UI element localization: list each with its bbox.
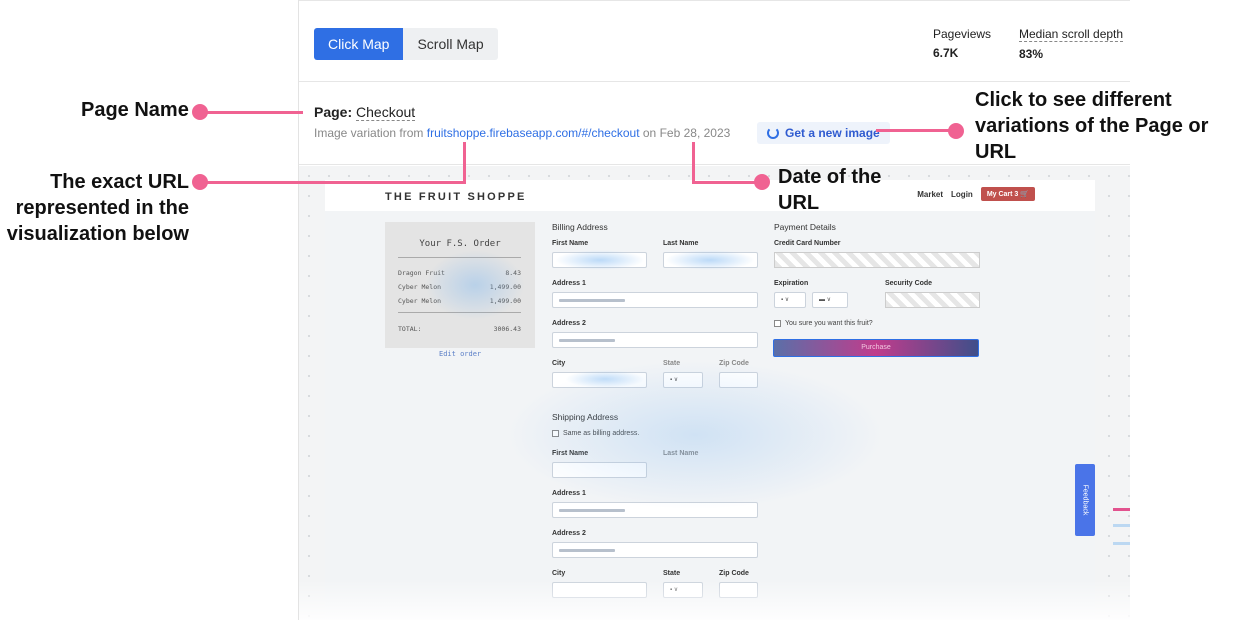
billing-state-select: ▪ ∨ (663, 372, 703, 388)
receipt-divider (398, 312, 521, 313)
annotation-exact-url: The exact URL represented in the visuali… (6, 171, 189, 245)
annotation-dot (948, 123, 964, 139)
payment-title: Payment Details (774, 222, 836, 232)
pageviews-label: Pageviews (933, 27, 992, 41)
side-marker (1113, 542, 1130, 545)
site-nav: Market Login My Cart 3 🛒 (917, 187, 1035, 201)
card-number-field (774, 252, 980, 268)
shipping-last-label: Last Name (663, 450, 699, 457)
variation-prefix: Image variation from (314, 126, 424, 140)
billing-last-label: Last Name (663, 240, 699, 247)
annotation-line (692, 142, 695, 184)
click-map-button[interactable]: Click Map (314, 28, 404, 60)
exp-year-select: ▬ ∨ (812, 292, 848, 308)
confirm-checkbox: You sure you want this fruit? (774, 320, 873, 327)
annotation-line (463, 142, 466, 184)
order-receipt: Your F.S. Order Dragon Fruit 8.43 Cyber M… (385, 222, 535, 348)
shipping-city-label: City (552, 570, 566, 577)
billing-first-label: First Name (552, 240, 589, 247)
shipping-state-label: State (663, 570, 681, 577)
site-logo: THE FRUIT SHOPPE (385, 191, 527, 203)
annotation-page-name: Page Name (81, 99, 189, 121)
checkbox-icon (774, 320, 781, 327)
annotation-variations: Click to see different variations of the… (975, 89, 1209, 163)
same-as-billing-checkbox: Same as billing address. (552, 430, 639, 437)
page-label: Page: (314, 104, 353, 120)
shipping-addr2-label: Address 2 (552, 530, 586, 537)
scroll-depth-value: 83% (1019, 47, 1044, 61)
billing-state-label: State (663, 360, 681, 367)
shipping-title: Shipping Address (552, 412, 619, 422)
billing-city-field (552, 372, 647, 388)
cart-icon: 🛒 (1020, 191, 1029, 198)
receipt-title: Your F.S. Order (419, 239, 501, 249)
card-number-label: Credit Card Number (774, 240, 841, 247)
annotation-line (200, 181, 466, 184)
security-code-field (885, 292, 980, 308)
billing-addr1-label: Address 1 (552, 280, 586, 287)
get-new-image-label: Get a new image (785, 126, 880, 140)
shipping-addr1-label: Address 1 (552, 490, 586, 497)
receipt-row: Cyber Melon 1,499.00 (398, 297, 521, 305)
site-header: THE FRUIT SHOPPE Market Login My Cart 3 … (325, 180, 1095, 211)
annotation-date: Date of the URL (778, 166, 882, 214)
receipt-total: TOTAL: 3006.43 (398, 325, 521, 333)
billing-addr2-field (552, 332, 758, 348)
shipping-first-field (552, 462, 647, 478)
map-type-toggle: Click Map Scroll Map (314, 28, 498, 60)
pageviews-value: 6.7K (933, 46, 959, 60)
bottom-fade (299, 580, 1130, 620)
side-marker (1113, 508, 1130, 511)
refresh-icon (767, 127, 779, 139)
billing-title: Billing Address (552, 222, 608, 232)
billing-city-label: City (552, 360, 566, 367)
cart-badge: My Cart 3 🛒 (980, 187, 1035, 201)
annotation-dot (754, 174, 770, 190)
receipt-row: Cyber Melon 1,499.00 (398, 283, 521, 291)
side-marker (1113, 524, 1130, 527)
exp-month-select: ▪ ∨ (774, 292, 806, 308)
shipping-zip-label: Zip Code (719, 570, 749, 577)
scroll-map-button[interactable]: Scroll Map (403, 28, 498, 60)
date-prefix: on (642, 126, 657, 140)
pageviews-stat: Pageviews 6.7K (933, 27, 991, 60)
edit-order-link: Edit order (439, 350, 482, 358)
cart-label: My Cart 3 (986, 191, 1019, 198)
receipt-row: Dragon Fruit 8.43 (398, 269, 521, 277)
scroll-depth-label[interactable]: Median scroll depth (1019, 27, 1124, 42)
feedback-label: Feedback (1081, 484, 1089, 516)
annotation-line (692, 181, 762, 184)
billing-zip-label: Zip Code (719, 360, 749, 367)
purchase-button: Purchase (773, 339, 979, 357)
nav-login: Login (951, 189, 973, 199)
shipping-addr1-field (552, 502, 758, 518)
billing-zip-field (719, 372, 758, 388)
shipping-first-label: First Name (552, 450, 589, 457)
expiration-label: Expiration (774, 280, 809, 287)
billing-addr2-label: Address 2 (552, 320, 586, 327)
heatmap-visualization[interactable]: THE FRUIT SHOPPE Market Login My Cart 3 … (299, 166, 1130, 620)
nav-market: Market (917, 189, 944, 199)
billing-addr1-field (552, 292, 758, 308)
capture-date: Feb 28, 2023 (659, 126, 731, 140)
receipt-divider (398, 257, 521, 258)
billing-last-field (663, 252, 758, 268)
feedback-tab[interactable]: Feedback (1075, 464, 1095, 536)
get-new-image-button[interactable]: Get a new image (757, 122, 890, 144)
scroll-depth-stat: Median scroll depth 83% (1019, 27, 1124, 61)
shipping-addr2-field (552, 542, 758, 558)
annotation-line (200, 111, 303, 114)
security-code-label: Security Code (885, 280, 933, 287)
site-screenshot: THE FRUIT SHOPPE Market Login My Cart 3 … (325, 180, 1095, 620)
page-url-link[interactable]: fruitshoppe.firebaseapp.com/#/checkout (427, 126, 640, 140)
billing-first-field (552, 252, 647, 268)
checkbox-icon (552, 430, 559, 437)
page-name-link[interactable]: Checkout (356, 104, 416, 121)
annotation-line (876, 129, 956, 132)
map-toolbar: Click Map Scroll Map Pageviews 6.7K Medi… (299, 0, 1130, 82)
